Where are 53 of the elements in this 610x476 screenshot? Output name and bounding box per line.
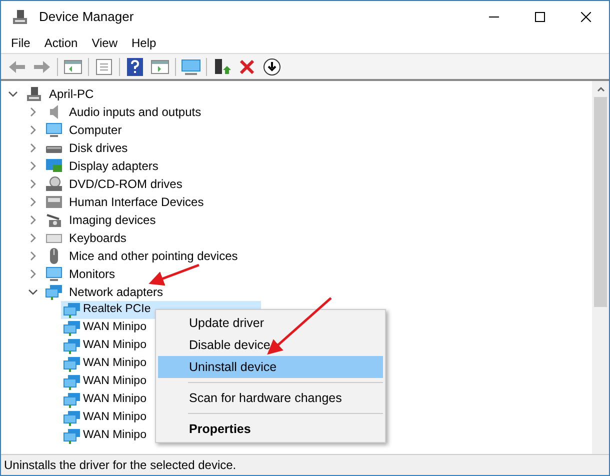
tree-item[interactable]: DVD/CD-ROM drives <box>69 175 182 193</box>
network-icon <box>63 410 81 426</box>
tree-item[interactable]: WAN Minipo <box>83 409 146 427</box>
display-adapter-icon <box>45 158 63 174</box>
computer-icon <box>25 86 43 102</box>
network-icon <box>63 374 81 390</box>
network-icon <box>45 284 63 300</box>
tree-item[interactable]: Imaging devices <box>69 211 156 229</box>
tree-item[interactable]: WAN Minipo <box>83 337 146 355</box>
tree-item[interactable]: Mice and other pointing devices <box>69 247 238 265</box>
tree-item[interactable]: Human Interface Devices <box>69 193 204 211</box>
status-text: Uninstalls the driver for the selected device. <box>4 457 236 474</box>
monitor-icon <box>45 266 63 282</box>
keyboard-icon <box>45 194 63 210</box>
maximize-icon <box>535 12 545 22</box>
menu-item[interactable]: Uninstall device <box>158 356 383 378</box>
annotation-arrow <box>148 264 200 286</box>
menu-item[interactable]: Scan for hardware changes <box>158 387 383 409</box>
window-title: Device Manager <box>39 8 134 26</box>
network-icon <box>63 392 81 408</box>
menu-item[interactable]: Action <box>38 32 84 52</box>
monitor-icon <box>45 122 63 138</box>
menu-item[interactable]: Help <box>126 32 162 52</box>
tree-item[interactable]: Audio inputs and outputs <box>69 103 202 121</box>
speaker-icon <box>49 105 59 119</box>
menu-item[interactable]: File <box>5 32 36 52</box>
network-icon <box>63 356 81 372</box>
network-icon <box>63 320 81 336</box>
tree-item[interactable]: Keyboards <box>69 229 126 247</box>
tree-item[interactable]: Display adapters <box>69 157 158 175</box>
tree-item[interactable]: Computer <box>69 121 122 139</box>
tree-item[interactable]: WAN Minipo <box>83 427 146 445</box>
tree-item[interactable]: WAN Minipo <box>83 373 146 391</box>
tree-item[interactable]: Network adapters <box>69 283 164 301</box>
tree-item[interactable]: WAN Minipo <box>83 319 146 337</box>
menu-item[interactable]: Properties <box>158 418 383 440</box>
scrollbar[interactable] <box>592 81 609 454</box>
close-icon <box>581 12 591 22</box>
computer-icon <box>11 8 29 24</box>
disc-drive-icon <box>45 176 63 192</box>
menu-item[interactable]: Disable device <box>158 334 383 356</box>
tree-item[interactable]: Monitors <box>69 265 116 283</box>
tree-item[interactable]: WAN Minipo <box>83 355 146 373</box>
tree-item[interactable]: Disk drives <box>69 139 128 157</box>
camera-icon <box>45 212 63 228</box>
menu-item[interactable]: View <box>86 32 124 52</box>
tree-item[interactable]: April-PC <box>49 85 94 103</box>
tree-item[interactable]: WAN Minipo <box>83 391 146 409</box>
menu-item[interactable]: Update driver <box>158 312 383 334</box>
network-icon <box>63 302 81 318</box>
scroll-thumb[interactable] <box>594 97 607 307</box>
network-icon <box>63 428 81 444</box>
network-icon <box>63 338 81 354</box>
